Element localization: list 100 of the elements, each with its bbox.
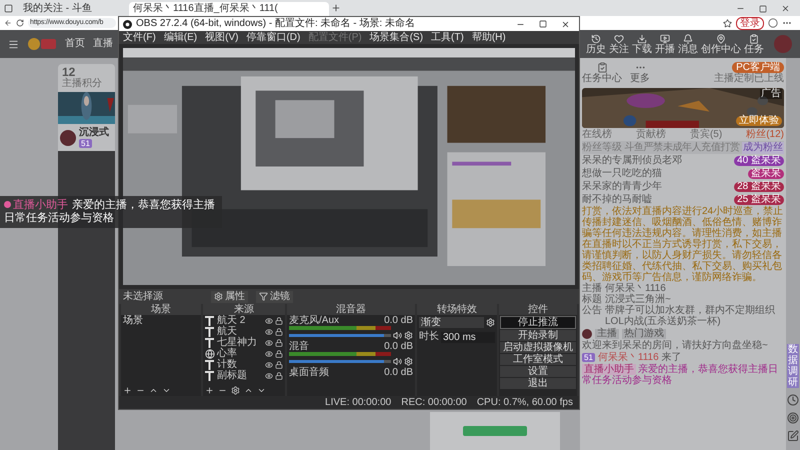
move-down-icon[interactable] [257, 386, 266, 395]
dock-title: 转场特效 [417, 304, 497, 315]
nav-link[interactable]: 首页 [65, 38, 85, 50]
visibility-icon[interactable] [265, 372, 273, 380]
speaker-icon[interactable] [393, 331, 402, 340]
dock-title: 控件 [499, 304, 577, 315]
menu-icon[interactable] [8, 38, 19, 50]
properties-button[interactable]: 属性 [211, 290, 248, 302]
visibility-icon[interactable] [265, 360, 273, 368]
dock-title: 来源 [203, 304, 285, 315]
menu-item[interactable]: 停靠窗口(D) [246, 32, 300, 44]
menu-item[interactable]: 文件(F) [123, 32, 156, 44]
browser-tab[interactable]: 我的关注 - 斗鱼 [19, 2, 127, 16]
header-link[interactable]: 关注 [609, 34, 629, 54]
fan-name: 耐不掉的马耐嘘 [582, 194, 653, 206]
lock-icon[interactable] [275, 372, 283, 380]
move-down-icon[interactable] [162, 386, 171, 395]
add-icon[interactable] [205, 386, 214, 395]
lock-icon[interactable] [275, 316, 283, 324]
logo-icon[interactable] [27, 37, 57, 51]
duration-field[interactable]: 300 ms [441, 332, 495, 342]
back-icon[interactable] [4, 19, 12, 27]
settings-icon[interactable] [404, 331, 413, 340]
lock-icon[interactable] [275, 350, 283, 358]
source-item[interactable]: 航天 [217, 326, 263, 337]
menu-item[interactable]: 视图(V) [205, 32, 238, 44]
info-label: 主播 [582, 283, 602, 294]
menu-item[interactable]: 场景集合(S) [370, 32, 424, 44]
channel-reading: 0.0 dB [384, 315, 413, 326]
source-item[interactable]: 副标题 [217, 370, 263, 381]
maximize-icon[interactable] [759, 5, 767, 13]
avatar [582, 328, 592, 338]
control-button[interactable]: 设置 [500, 366, 576, 377]
visibility-icon[interactable] [265, 338, 273, 346]
menu-item[interactable]: 帮助(H) [472, 32, 506, 44]
fan-badge: 28 盗呆呆 [734, 182, 784, 192]
clock-icon[interactable] [787, 394, 799, 406]
menu-item[interactable]: 编辑(E) [164, 32, 198, 44]
lock-icon[interactable] [275, 338, 283, 346]
edit-icon[interactable] [787, 430, 799, 442]
info-label: 标题 [582, 294, 602, 305]
control-button[interactable]: 开始录制 [500, 330, 576, 341]
notification-toast: 直播小助手 亲爱的主播，恭喜您获得主播日常任务活动参与资格 [0, 196, 222, 228]
globe-icon [205, 348, 215, 358]
header-link[interactable]: 下载 [632, 34, 652, 54]
favorite-icon[interactable] [723, 18, 732, 28]
source-item[interactable]: 计数 [217, 359, 263, 370]
download-icon [637, 34, 647, 44]
add-icon[interactable] [123, 386, 132, 395]
header-link[interactable]: 任务 [744, 34, 764, 54]
browser-tab[interactable]: 何呆呆丶1116直播_何呆呆丶111( [129, 2, 329, 16]
settings-icon[interactable] [231, 386, 240, 395]
header-link[interactable]: 消息 [678, 34, 698, 54]
minor-notice: 斗鱼严禁未成年人充值打赏 [624, 142, 740, 154]
header-link[interactable]: 开播 [655, 34, 675, 54]
channel-reading: 0.0 dB [384, 367, 413, 378]
filter-icon [259, 292, 268, 301]
control-button[interactable]: 启动虚拟摄像机 [500, 342, 576, 353]
move-up-icon[interactable] [244, 386, 253, 395]
nav-link[interactable]: 直播 [93, 38, 113, 50]
settings-icon[interactable] [404, 357, 413, 366]
visibility-icon[interactable] [265, 328, 273, 336]
survey-button[interactable]: 数据调研 [787, 344, 799, 388]
profile-icon[interactable] [768, 18, 778, 28]
visibility-icon[interactable] [265, 316, 273, 324]
client-note: 主播定制已上线 [714, 73, 784, 84]
visibility-icon[interactable] [265, 350, 273, 358]
control-button[interactable]: 退出 [500, 378, 576, 389]
control-button[interactable]: 工作室模式 [500, 354, 576, 365]
client-button[interactable]: PC客户端 [732, 62, 784, 73]
obs-logo-icon [123, 20, 132, 28]
pin-icon [716, 34, 726, 44]
lock-icon[interactable] [275, 328, 283, 336]
score-value: 12 [62, 66, 76, 78]
menu-item[interactable]: 工具(T) [431, 32, 464, 44]
quick-link[interactable]: 任务中心 [582, 62, 622, 84]
header-link[interactable]: 创作中心 [701, 34, 741, 54]
header-link[interactable]: 历史 [586, 34, 606, 54]
maximize-icon[interactable] [539, 20, 547, 28]
reload-icon[interactable] [16, 19, 24, 27]
target-icon[interactable] [787, 412, 799, 424]
transition-select[interactable]: 渐变 [419, 317, 484, 328]
filters-button[interactable]: 滤镜 [256, 290, 293, 302]
fan-badge: 40 盗呆呆 [734, 156, 784, 166]
close-icon[interactable] [781, 4, 790, 13]
tab-actions-icon[interactable] [4, 4, 13, 13]
close-icon[interactable] [561, 20, 570, 28]
scene-item[interactable]: 场景 [121, 315, 201, 326]
control-button[interactable]: 停止推流 [500, 316, 576, 329]
ad-button[interactable]: 立即体验 [736, 116, 782, 126]
avatar [60, 130, 76, 146]
source-item[interactable]: 心率 [217, 348, 263, 359]
new-tab-icon[interactable] [331, 3, 341, 13]
speaker-icon[interactable] [393, 357, 402, 366]
source-item[interactable]: 七星神力 [217, 337, 263, 348]
move-up-icon[interactable] [149, 386, 158, 395]
quick-link[interactable]: 更多 [630, 62, 650, 84]
heart-icon [614, 34, 624, 44]
lock-icon[interactable] [275, 360, 283, 368]
settings-icon[interactable] [486, 318, 495, 327]
